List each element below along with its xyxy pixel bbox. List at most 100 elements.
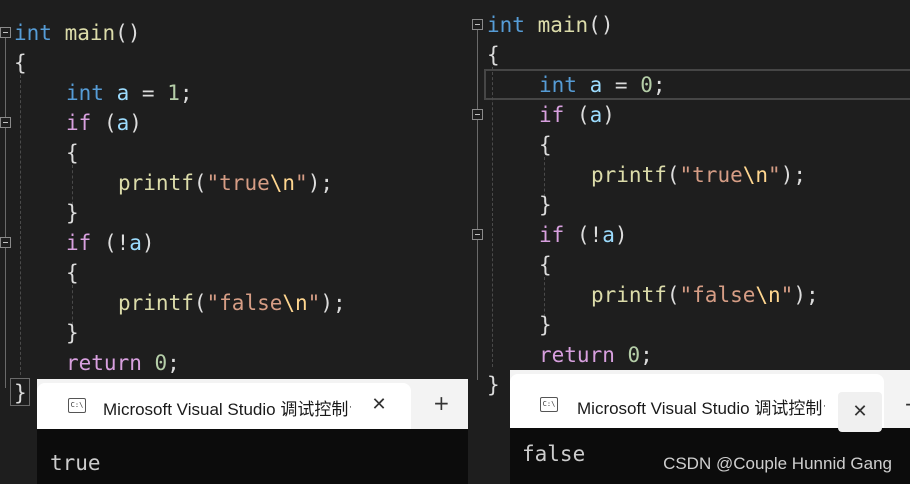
code-line-2: { <box>14 48 27 78</box>
token: () <box>115 21 141 45</box>
collapse-icon[interactable] <box>472 19 483 30</box>
token: } <box>66 201 79 225</box>
token: \n <box>755 283 781 307</box>
token: { <box>487 43 500 67</box>
code-line-1: int main() <box>14 18 140 48</box>
token: if <box>539 223 565 247</box>
console-tab[interactable]: C:\ Microsoft Visual Studio 调试控制台 ✕ <box>37 383 411 429</box>
token: ) <box>602 103 615 127</box>
code-line-10: printf("false\n"); <box>118 288 346 318</box>
token: () <box>588 13 614 37</box>
token: " <box>780 283 794 307</box>
collapse-icon[interactable] <box>472 109 483 120</box>
code-line-7: } <box>66 198 79 228</box>
code-line-9: { <box>539 250 552 280</box>
code-line-3: int a = 0; <box>539 70 666 100</box>
token: (! <box>564 223 603 247</box>
new-tab-button[interactable]: + <box>433 391 450 415</box>
code-line-11: } <box>66 318 79 348</box>
code-line-12: return 0; <box>66 348 180 378</box>
token: \n <box>742 163 769 187</box>
token: if <box>539 103 565 127</box>
code-line-9: { <box>66 258 79 288</box>
right-editor-pane: int main() { int a = 0; if (a) { printf(… <box>468 0 910 484</box>
indent-guide <box>20 75 21 375</box>
code-line-8: if (!a) <box>66 228 155 258</box>
token: ; <box>179 81 193 105</box>
token: printf <box>118 291 194 315</box>
token: main <box>64 21 116 45</box>
token: printf <box>591 283 667 307</box>
token: ( <box>193 171 207 195</box>
token: a <box>589 103 603 127</box>
debug-console-window: C:\ Microsoft Visual Studio 调试控制台 ✕ + tr… <box>37 379 468 484</box>
token: int <box>66 81 104 105</box>
new-tab-button[interactable]: + <box>904 392 910 416</box>
code-line-6: printf("true\n"); <box>118 168 333 198</box>
token: (! <box>91 231 130 255</box>
code-line-7: } <box>539 190 552 220</box>
token: ); <box>307 171 333 195</box>
code-line-8: if (!a) <box>539 220 628 250</box>
token: " <box>307 291 321 315</box>
console-tab[interactable]: C:\ Microsoft Visual Studio 调试控制台 ✕ <box>510 374 884 432</box>
token: if <box>66 231 92 255</box>
code-line-5: { <box>539 130 552 160</box>
console-icon: C:\ <box>540 397 558 412</box>
token: int <box>14 21 52 45</box>
token: ; <box>652 73 666 97</box>
code-line-4: if (a) <box>66 108 142 138</box>
token: return <box>539 343 615 367</box>
token: main <box>537 13 589 37</box>
collapse-icon[interactable] <box>472 229 483 240</box>
token: { <box>66 141 79 165</box>
token: ; <box>167 351 180 375</box>
token: 0 <box>614 343 641 367</box>
token: { <box>66 261 79 285</box>
close-icon[interactable]: ✕ <box>838 392 882 432</box>
console-tab-title: Microsoft Visual Studio 调试控制台 <box>577 399 825 418</box>
console-output: true <box>50 451 101 475</box>
token: " <box>295 171 308 195</box>
token: if <box>66 111 92 135</box>
token: "false <box>206 291 283 315</box>
token: "false <box>679 283 756 307</box>
console-output: false <box>522 442 586 466</box>
token: = <box>129 81 168 105</box>
token: ); <box>793 283 819 307</box>
token: { <box>539 133 552 157</box>
token: "true <box>206 171 270 195</box>
token: printf <box>591 163 667 187</box>
console-tab-bar: C:\ Microsoft Visual Studio 调试控制台 ✕ + <box>37 379 468 429</box>
left-editor-pane: int main() { int a = 1; if (a) { printf(… <box>0 0 468 484</box>
token: ( <box>666 163 680 187</box>
token: return <box>66 351 142 375</box>
token: \n <box>282 291 308 315</box>
code-line-13: } <box>487 370 500 400</box>
collapse-icon[interactable] <box>0 27 11 38</box>
token: } <box>487 373 500 397</box>
close-icon[interactable]: ✕ <box>367 393 391 417</box>
collapse-icon[interactable] <box>0 117 11 128</box>
watermark: CSDN @Couple Hunnid Gang <box>663 454 892 473</box>
token: printf <box>118 171 194 195</box>
brace-match-highlight <box>10 378 30 406</box>
token: } <box>539 313 552 337</box>
token: } <box>539 193 552 217</box>
token: a <box>116 81 130 105</box>
indent-guide <box>492 67 493 367</box>
token: ) <box>614 223 628 247</box>
token: a <box>129 231 142 255</box>
token: a <box>602 223 615 247</box>
token: ( <box>91 111 117 135</box>
token: ) <box>141 231 155 255</box>
token: ( <box>666 283 680 307</box>
code-line-2: { <box>487 40 500 70</box>
console-tab-title: Microsoft Visual Studio 调试控制台 <box>103 400 351 419</box>
token: = <box>602 73 641 97</box>
code-line-4: if (a) <box>539 100 615 130</box>
collapse-icon[interactable] <box>0 237 11 248</box>
outline-line <box>477 30 478 380</box>
token: 0 <box>640 73 653 97</box>
token: ( <box>564 103 590 127</box>
